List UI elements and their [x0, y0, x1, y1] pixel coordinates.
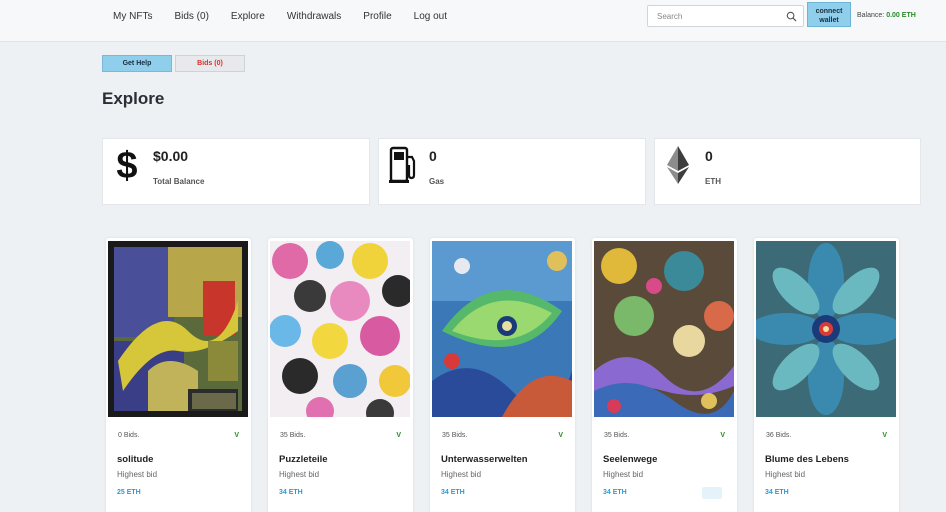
highest-bid-price: 34 ETH [765, 489, 789, 496]
stat-total-balance: $ $0.00 Total Balance [102, 138, 370, 205]
nav-withdrawals[interactable]: Withdrawals [287, 11, 341, 22]
verified-flag: V [882, 432, 887, 439]
stat-value: 0 [429, 148, 437, 164]
nft-card-seelenwege[interactable]: 35 Bids. V Seelenwege Highest bid 34 ETH [592, 238, 737, 512]
stat-label: Total Balance [153, 177, 205, 186]
nft-name[interactable]: Puzzleteile [279, 454, 328, 465]
search-icon[interactable] [786, 11, 797, 22]
nft-image[interactable] [108, 241, 248, 417]
stat-value: 0 [705, 148, 713, 164]
stat-label: Gas [429, 177, 445, 186]
nft-card-puzzleteile[interactable]: 35 Bids. V Puzzleteile Highest bid 34 ET… [268, 238, 413, 512]
search-input[interactable] [648, 6, 778, 27]
bids-count: 35 Bids. [604, 432, 630, 439]
page-title: Explore [102, 89, 165, 108]
main-nav: My NFTs Bids (0) Explore Withdrawals Pro… [113, 11, 469, 22]
top-navbar: My NFTs Bids (0) Explore Withdrawals Pro… [0, 0, 946, 42]
gas-pump-icon [389, 146, 416, 183]
bids-count: 35 Bids. [442, 432, 468, 439]
nft-card-blume-des-lebens[interactable]: 36 Bids. V Blume des Lebens Highest bid … [754, 238, 899, 512]
balance-display: Balance: 0.00 ETH [857, 12, 916, 19]
bids-count: 0 Bids. [118, 432, 140, 439]
highest-bid-label: Highest bid [765, 470, 806, 479]
verified-flag: V [558, 432, 563, 439]
nft-image[interactable] [432, 241, 572, 417]
highest-bid-label: Highest bid [117, 470, 158, 479]
highest-bid-price: 25 ETH [117, 489, 141, 496]
nft-image[interactable] [756, 241, 896, 417]
nav-bids[interactable]: Bids (0) [174, 11, 208, 22]
balance-value: 0.00 ETH [886, 12, 916, 19]
dollar-icon: $ [116, 145, 137, 185]
highest-bid-label: Highest bid [441, 470, 482, 479]
nav-log-out[interactable]: Log out [414, 11, 447, 22]
bids-button[interactable]: Bids (0) [175, 55, 245, 72]
connect-wallet-button[interactable]: connect wallet [807, 2, 851, 27]
bids-count: 36 Bids. [766, 432, 792, 439]
stat-gas: 0 Gas [378, 138, 646, 205]
verified-flag: V [720, 432, 725, 439]
nft-name[interactable]: Unterwasserwelten [441, 454, 528, 465]
nft-image[interactable] [594, 241, 734, 417]
ethereum-icon [667, 146, 689, 184]
get-help-button[interactable]: Get Help [102, 55, 172, 72]
verified-flag: V [234, 432, 239, 439]
verified-flag: V [396, 432, 401, 439]
highest-bid-label: Highest bid [603, 470, 644, 479]
card-badge [702, 487, 722, 499]
nft-card-solitude[interactable]: 0 Bids. V solitude Highest bid 25 ETH [106, 238, 251, 512]
nav-explore[interactable]: Explore [231, 11, 265, 22]
nft-card-unterwasserwelten[interactable]: 35 Bids. V Unterwasserwelten Highest bid… [430, 238, 575, 512]
search-box [647, 5, 804, 27]
svg-text:$: $ [116, 145, 137, 185]
nft-name[interactable]: Seelenwege [603, 454, 657, 465]
nav-my-nfts[interactable]: My NFTs [113, 11, 152, 22]
connect-label: connect [815, 8, 843, 15]
highest-bid-price: 34 ETH [279, 489, 303, 496]
highest-bid-label: Highest bid [279, 470, 320, 479]
balance-label: Balance: [857, 12, 885, 19]
wallet-label: wallet [819, 17, 839, 24]
stat-label: ETH [705, 177, 721, 186]
highest-bid-price: 34 ETH [603, 489, 627, 496]
stat-eth: 0 ETH [654, 138, 921, 205]
nft-image[interactable] [270, 241, 410, 417]
nav-profile[interactable]: Profile [363, 11, 391, 22]
nft-name[interactable]: solitude [117, 454, 153, 465]
nft-name[interactable]: Blume des Lebens [765, 454, 849, 465]
bids-count: 35 Bids. [280, 432, 306, 439]
highest-bid-price: 34 ETH [441, 489, 465, 496]
stat-value: $0.00 [153, 148, 189, 164]
